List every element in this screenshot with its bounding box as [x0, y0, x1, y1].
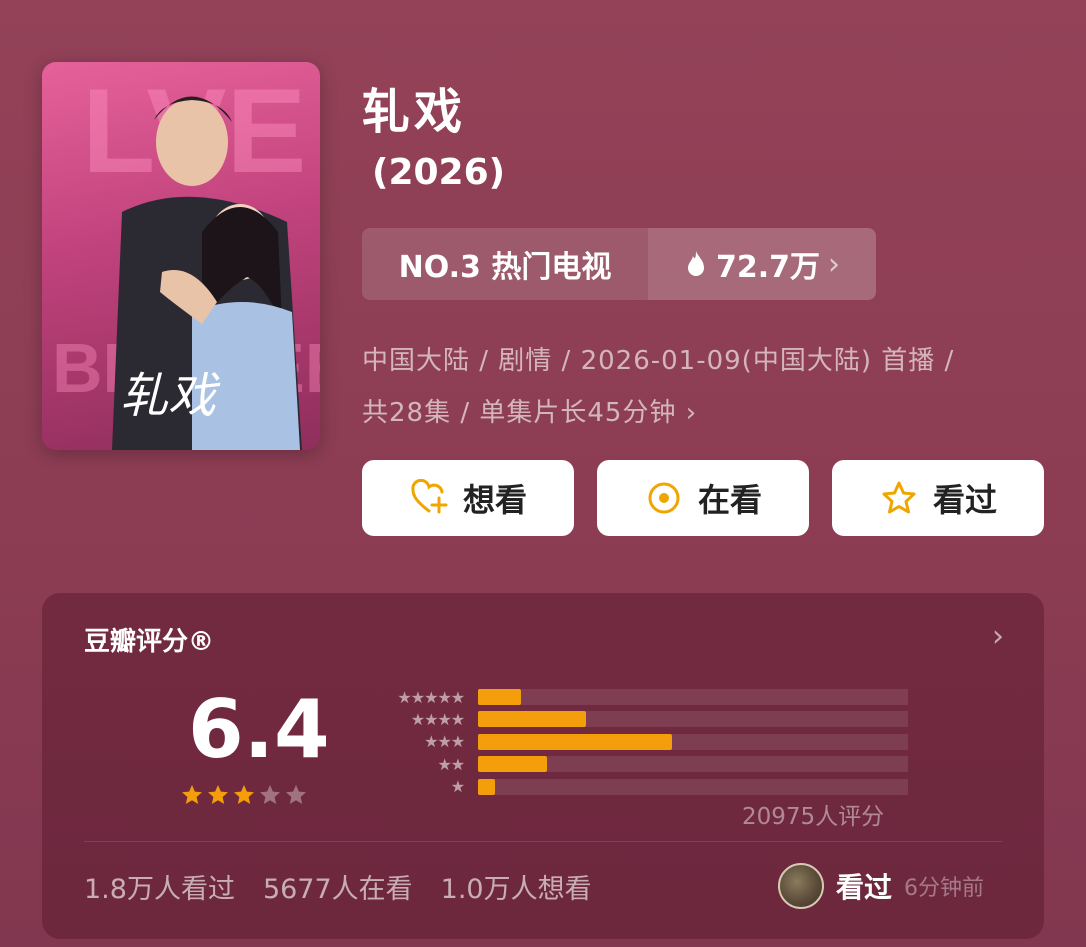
avatar[interactable] — [778, 863, 824, 909]
rating-bar-fill — [478, 756, 547, 773]
rating-distribution: ★★★★★ ★★★★ ★★★ ★★ ★ — [352, 686, 908, 798]
svg-text:轧戏: 轧戏 — [120, 368, 221, 424]
rating-stars — [180, 783, 308, 807]
meta-info-line2[interactable]: 共28集 / 单集片长45分钟 › — [362, 392, 1062, 429]
poster-image[interactable]: LVE BETWEEN 轧戏 — [42, 62, 320, 450]
star-icon — [882, 481, 916, 514]
rating-score: 6.4 — [188, 683, 330, 776]
watched-button[interactable]: 看过 — [832, 460, 1044, 536]
meta-info-line1: 中国大陆 / 剧情 / 2026-01-09(中国大陆) 首播 / — [362, 346, 955, 376]
rating-bar-track — [478, 778, 908, 795]
heat-value: 72.7万 — [715, 250, 821, 285]
rating-bar-stars: ★ — [450, 777, 465, 797]
rating-bar-stars: ★★ — [437, 754, 465, 774]
watching-label: 在看 — [697, 481, 762, 519]
movie-detail-page: LVE BETWEEN 轧戏 轧戏 (2026) NO.3 热门电视 72.7万… — [0, 0, 1086, 947]
watched-count: 1.8万人看过 — [84, 874, 235, 905]
rating-bar-row: ★ — [352, 776, 908, 798]
rating-bar-stars: ★★★★ — [410, 709, 465, 729]
star-icon — [234, 785, 254, 804]
rating-bar-row: ★★★★★ — [352, 686, 908, 708]
want-count: 1.0万人想看 — [440, 874, 592, 905]
watching-button[interactable]: 在看 — [597, 460, 809, 536]
rating-count: 20975人评分 — [742, 804, 885, 830]
flame-icon — [687, 251, 704, 276]
rating-bar-track — [478, 756, 908, 773]
rating-bar-fill — [478, 778, 496, 795]
user-status-label: 看过 — [836, 871, 893, 904]
watched-label: 看过 — [932, 481, 997, 519]
user-status[interactable]: 看过 6分钟前 — [778, 863, 984, 909]
watching-count: 5677人在看 — [262, 874, 413, 905]
ranking-badge[interactable]: NO.3 热门电视 72.7万 › — [362, 228, 876, 300]
rating-title: 豆瓣评分® — [84, 627, 215, 657]
heat-indicator[interactable]: 72.7万 › — [648, 228, 876, 300]
rating-bar-row: ★★★ — [352, 731, 908, 753]
page-title: 轧戏 — [362, 84, 467, 140]
want-to-watch-label: 想看 — [462, 481, 527, 519]
rating-bar-track — [478, 689, 908, 705]
audience-stats: 1.8万人看过 5677人在看 1.0万人想看 — [84, 867, 592, 906]
rating-bar-fill — [478, 711, 586, 728]
rating-bar-row: ★★★★ — [352, 708, 908, 730]
rating-bar-stars: ★★★★★ — [397, 687, 465, 707]
rating-bar-track — [478, 711, 908, 728]
rating-bar-stars: ★★★ — [424, 732, 465, 752]
chevron-right-icon[interactable]: › — [992, 619, 1004, 654]
chevron-right-icon: › — [828, 246, 841, 282]
release-year: (2026) — [372, 152, 506, 193]
divider — [84, 841, 1002, 842]
rating-bar-row: ★★ — [352, 753, 908, 775]
rating-bar-fill — [478, 689, 522, 705]
circle-dot-icon — [648, 482, 680, 514]
rating-bar-track — [478, 733, 908, 750]
rank-label: NO.3 热门电视 — [398, 250, 612, 285]
user-status-time: 6分钟前 — [904, 876, 985, 901]
star-icon — [260, 785, 280, 804]
rating-bar-fill — [478, 733, 672, 750]
heart-plus-icon — [411, 478, 448, 514]
rating-card[interactable]: 豆瓣评分® › 6.4 ★★★★★ ★★★★ ★★★ ★★ ★ 20975人评分 1.8… — [42, 593, 1044, 939]
star-icon — [286, 785, 306, 804]
star-icon — [208, 785, 228, 804]
want-to-watch-button[interactable]: 想看 — [362, 460, 574, 536]
star-icon — [182, 785, 202, 804]
